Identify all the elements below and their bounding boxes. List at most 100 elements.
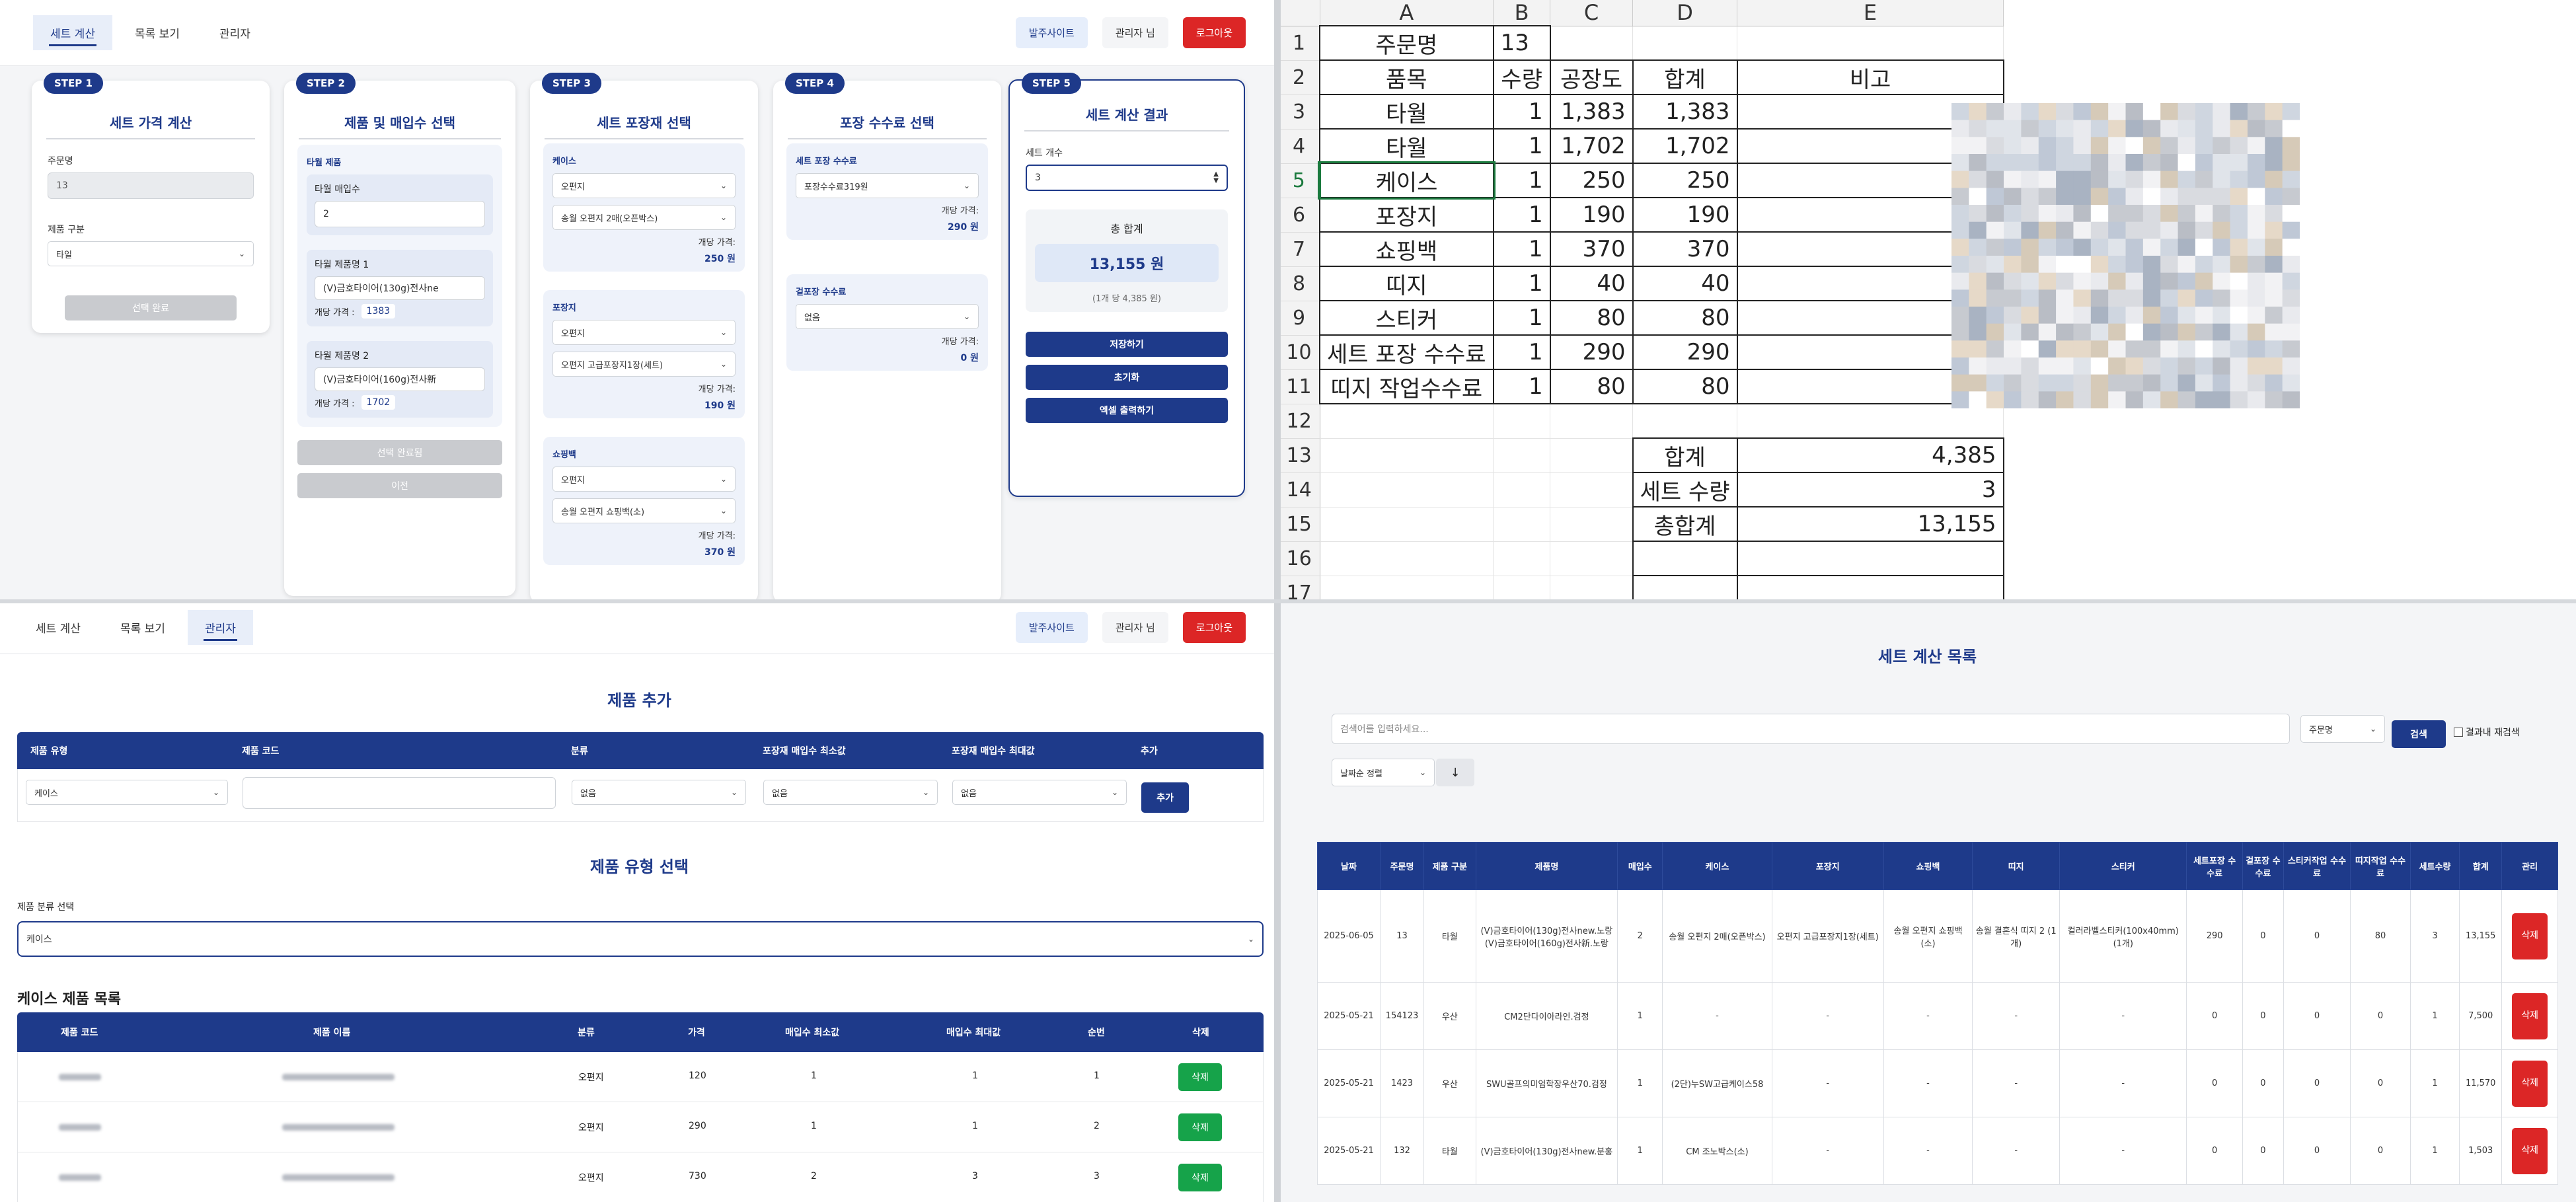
- step1-done-button[interactable]: 선택 완료: [65, 295, 237, 320]
- cell-c9[interactable]: 80: [1549, 300, 1634, 336]
- cell-b15[interactable]: [1493, 506, 1551, 542]
- tab-set-calc[interactable]: 세트 계산: [33, 15, 112, 50]
- cell-a17[interactable]: [1319, 575, 1494, 601]
- row-header[interactable]: 5: [1279, 163, 1321, 198]
- cell-d3[interactable]: 1,383: [1632, 94, 1738, 130]
- cell-e1[interactable]: [1737, 25, 2004, 61]
- cell-d1[interactable]: [1632, 25, 1738, 61]
- cell-c3[interactable]: 1,383: [1549, 94, 1634, 130]
- cell-a6[interactable]: 포장지: [1319, 197, 1494, 233]
- cell-b9[interactable]: 1: [1492, 300, 1551, 336]
- cell-d4[interactable]: 1,702: [1632, 128, 1738, 164]
- case-product-select[interactable]: 송월 오편지 2매(오픈박스) ⌄: [552, 205, 736, 230]
- cell-c7[interactable]: 370: [1549, 231, 1634, 267]
- row-header[interactable]: 10: [1279, 335, 1320, 370]
- min-select[interactable]: 없음 ⌄: [763, 780, 938, 805]
- towel-qty-input[interactable]: 2: [315, 201, 485, 227]
- sort-select[interactable]: 날짜순 정렬 ⌄: [1332, 759, 1435, 786]
- row-header[interactable]: 2: [1279, 60, 1320, 95]
- col-header-a[interactable]: A: [1320, 0, 1494, 26]
- col-header-e[interactable]: E: [1737, 0, 2004, 26]
- cell-b14[interactable]: [1493, 472, 1551, 507]
- row-header[interactable]: 12: [1279, 404, 1320, 439]
- cell-a4[interactable]: 타월: [1319, 128, 1494, 164]
- case-type-select[interactable]: 오편지 ⌄: [552, 173, 736, 198]
- delete-button[interactable]: 삭제: [1178, 1063, 1222, 1091]
- set-fee-select[interactable]: 포장수수료319원 ⌄: [796, 173, 979, 198]
- cell-b5[interactable]: 1: [1492, 163, 1551, 198]
- sort-direction-button[interactable]: ↓: [1436, 759, 1474, 786]
- tab-list-view[interactable]: 목록 보기: [103, 610, 182, 645]
- cell-a14[interactable]: [1319, 472, 1494, 507]
- excel-export-button[interactable]: 엑셀 출력하기: [1026, 398, 1228, 423]
- search-input[interactable]: 검색어를 입력하세요...: [1332, 714, 2290, 744]
- cell-c16[interactable]: [1550, 541, 1634, 576]
- reset-button[interactable]: 초기화: [1026, 365, 1228, 390]
- bag-product-select[interactable]: 송월 오편지 쇼핑백(소) ⌄: [552, 498, 736, 523]
- cell-d8[interactable]: 40: [1632, 266, 1738, 301]
- product-code-input[interactable]: [243, 777, 556, 809]
- cell-a10[interactable]: 세트 포장 수수료: [1319, 334, 1494, 370]
- checkbox-icon[interactable]: [2454, 728, 2463, 737]
- admin-user-button[interactable]: 관리자 님: [1102, 612, 1168, 643]
- row-header[interactable]: 14: [1279, 472, 1320, 507]
- tab-admin[interactable]: 관리자: [202, 15, 268, 50]
- cell-a11[interactable]: 띠지 작업수수료: [1319, 369, 1494, 404]
- cell-e15[interactable]: 13,155: [1736, 506, 2004, 542]
- row-header[interactable]: 13: [1279, 438, 1320, 473]
- cell-b13[interactable]: [1493, 437, 1551, 473]
- cell-b7[interactable]: 1: [1492, 231, 1551, 267]
- set-list-row[interactable]: 2025-05-21 154123 우산 CM2단다이아라인.검정 1- - - - -0 0 0 0…: [1317, 982, 2558, 1050]
- cell-a2[interactable]: 품목: [1319, 59, 1494, 95]
- cell-c2[interactable]: 공장도: [1549, 59, 1634, 95]
- delete-button[interactable]: 삭제: [2512, 1060, 2548, 1107]
- corner-cell[interactable]: [1279, 0, 1320, 26]
- row-header[interactable]: 15: [1279, 507, 1320, 542]
- cell-b16[interactable]: [1493, 541, 1551, 576]
- cell-e13[interactable]: 4,385: [1736, 437, 2004, 473]
- search-field-select[interactable]: 주문명 ⌄: [2300, 715, 2385, 743]
- logout-button[interactable]: 로그아웃: [1182, 17, 1246, 48]
- cell-c11[interactable]: 80: [1549, 369, 1634, 404]
- outer-fee-select[interactable]: 없음 ⌄: [796, 304, 979, 329]
- research-checkbox-row[interactable]: 결과내 재검색: [2454, 726, 2520, 739]
- cell-a7[interactable]: 쇼핑백: [1319, 231, 1494, 267]
- cell-c10[interactable]: 290: [1549, 334, 1634, 370]
- cell-b11[interactable]: 1: [1492, 369, 1551, 404]
- order-site-button[interactable]: 발주사이트: [1015, 17, 1088, 48]
- towel-product2-input[interactable]: (V)금호타이어(160g)전사新: [315, 367, 485, 391]
- row-header[interactable]: 6: [1279, 198, 1320, 233]
- towel-product1-input[interactable]: (V)금호타이어(130g)전사ne: [315, 276, 485, 300]
- bag-type-select[interactable]: 오편지 ⌄: [552, 467, 736, 492]
- cell-a1[interactable]: 주문명: [1319, 25, 1494, 61]
- cell-e16[interactable]: [1736, 541, 2004, 576]
- delete-button[interactable]: 삭제: [1178, 1164, 1222, 1191]
- cell-a8[interactable]: 띠지: [1319, 266, 1494, 301]
- cell-c12[interactable]: [1550, 403, 1634, 439]
- col-header-c[interactable]: C: [1550, 0, 1634, 26]
- delete-button[interactable]: 삭제: [2512, 1127, 2548, 1174]
- cell-d17[interactable]: [1632, 575, 1738, 601]
- cell-b4[interactable]: 1: [1492, 128, 1551, 164]
- cell-d9[interactable]: 80: [1632, 300, 1738, 336]
- row-header[interactable]: 4: [1279, 129, 1320, 164]
- cell-c17[interactable]: [1550, 575, 1634, 601]
- cell-b3[interactable]: 1: [1492, 94, 1551, 130]
- set-count-input[interactable]: 3 ▲ ▼: [1026, 165, 1228, 191]
- cell-b6[interactable]: 1: [1492, 197, 1551, 233]
- step2-done-button[interactable]: 선택 완료됨: [297, 440, 502, 465]
- set-list-row[interactable]: 2025-05-21 132 타월 (V)금호타이어(130g)전사new.분홍 1 CM…: [1317, 1117, 2558, 1185]
- order-site-button[interactable]: 발주사이트: [1015, 612, 1088, 643]
- wrap-product-select[interactable]: 오편지 고급포장지1장(세트) ⌄: [552, 352, 736, 377]
- add-product-button[interactable]: 추가: [1141, 782, 1189, 813]
- cell-e12[interactable]: [1737, 403, 2004, 439]
- cell-c6[interactable]: 190: [1549, 197, 1634, 233]
- cell-d2[interactable]: 합계: [1632, 59, 1738, 95]
- stepper-icon[interactable]: ▲ ▼: [1213, 171, 1219, 184]
- row-header[interactable]: 3: [1279, 94, 1320, 130]
- delete-button[interactable]: 삭제: [1178, 1113, 1222, 1141]
- cell-c5[interactable]: 250: [1549, 163, 1634, 198]
- cell-d6[interactable]: 190: [1632, 197, 1738, 233]
- row-header[interactable]: 11: [1279, 369, 1320, 404]
- row-header[interactable]: 9: [1279, 301, 1320, 336]
